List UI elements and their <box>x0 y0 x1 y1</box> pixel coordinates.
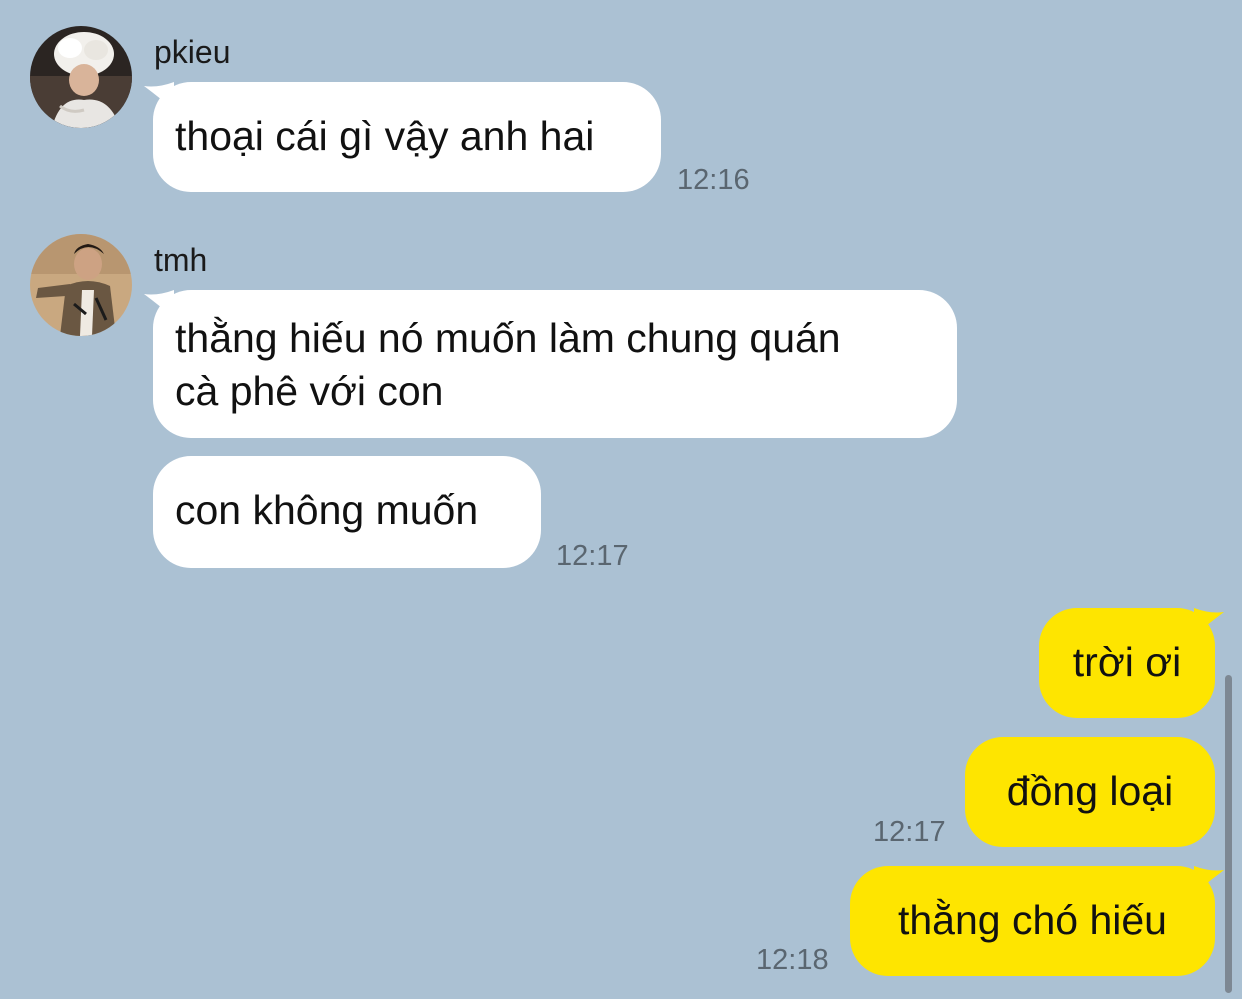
message-text-line: thằng hiếu nó muốn làm chung quán <box>175 315 841 361</box>
message-timestamp: 12:17 <box>873 816 946 848</box>
chat-window: pkieu thoại cái gì vậy anh hai 12:16 tmh… <box>0 0 1242 999</box>
sender-name-tmh: tmh <box>154 242 208 278</box>
message-bubble-outgoing[interactable]: trời ơi <box>1039 608 1215 718</box>
message-bubble-outgoing[interactable]: thằng chó hiếu <box>850 866 1215 976</box>
message-bubble-incoming[interactable]: thoại cái gì vậy anh hai <box>153 82 661 192</box>
message-text: thằng chó hiếu <box>897 897 1167 943</box>
message-bubble-incoming[interactable]: con không muốn <box>153 456 541 568</box>
message-timestamp: 12:18 <box>756 944 829 976</box>
user-avatar-fur-hat-icon <box>30 26 132 128</box>
avatar-tmh[interactable] <box>30 234 132 336</box>
message-text: thoại cái gì vậy anh hai <box>175 113 595 159</box>
message-text: con không muốn <box>175 487 479 533</box>
message-bubble-incoming[interactable]: thằng hiếu nó muốn làm chung quán cà phê… <box>153 290 957 438</box>
scrollbar-thumb[interactable] <box>1225 675 1232 993</box>
message-bubble-outgoing[interactable]: đồng loại <box>965 737 1215 847</box>
message-text: đồng loại <box>1006 768 1174 814</box>
message-timestamp: 12:16 <box>677 164 750 196</box>
message-text: trời ơi <box>1072 639 1182 685</box>
message-text-line: cà phê với con <box>175 368 444 414</box>
message-timestamp: 12:17 <box>556 540 629 572</box>
sender-name-pkieu: pkieu <box>154 34 231 70</box>
avatar-pkieu[interactable] <box>30 26 132 128</box>
user-avatar-portrait-icon <box>30 234 132 336</box>
